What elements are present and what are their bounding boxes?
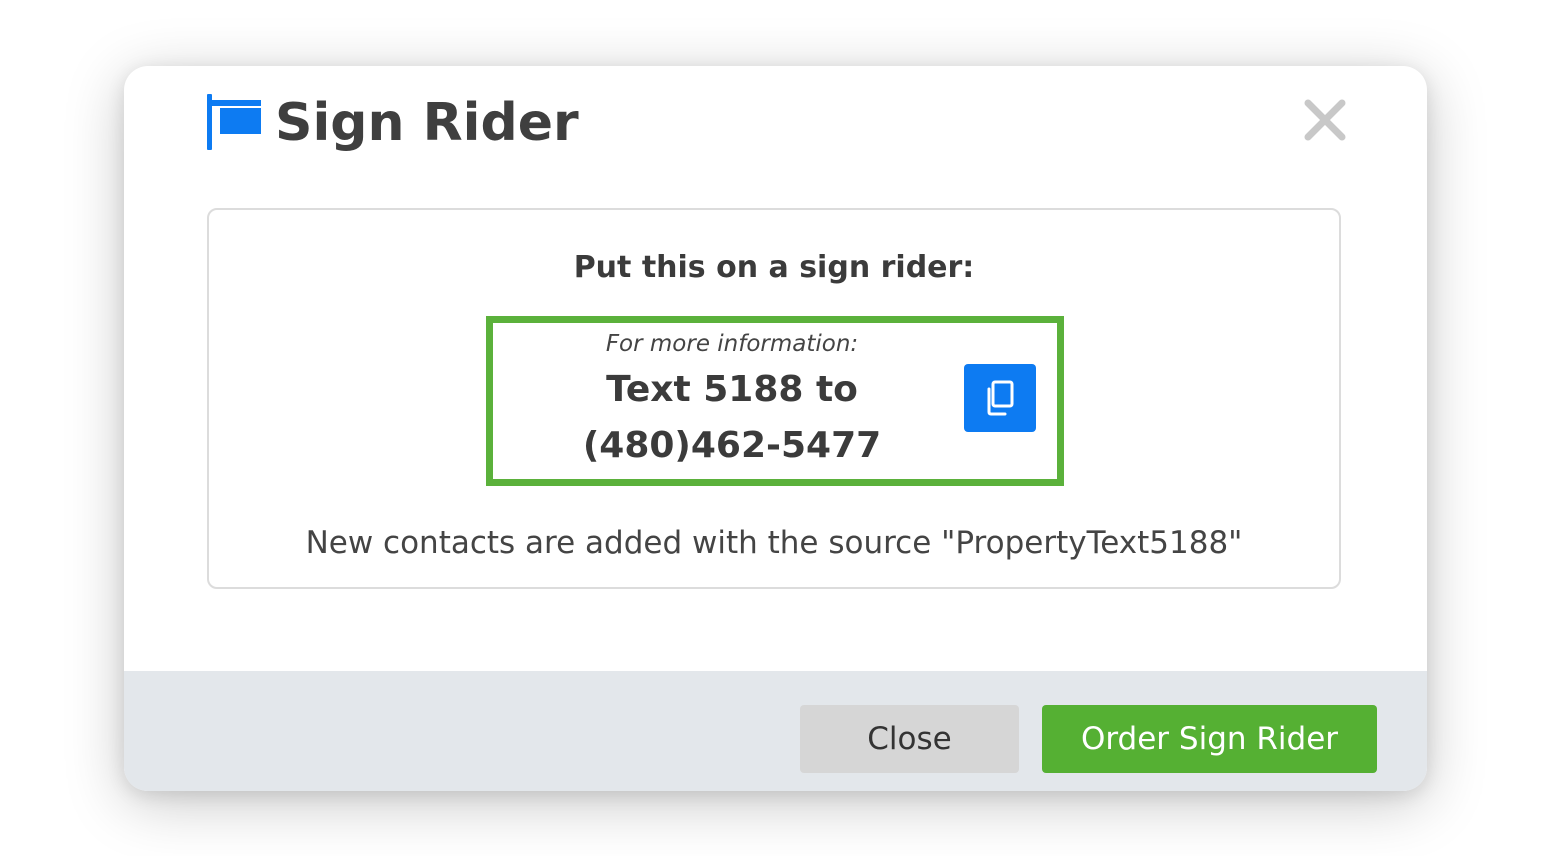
rider-text-keyword: Text 5188 to	[606, 369, 858, 410]
copy-button[interactable]	[964, 364, 1036, 432]
rider-phone-number: (480)462-5477	[582, 425, 882, 466]
modal-footer: Close Order Sign Rider	[124, 671, 1427, 791]
panel-heading: Put this on a sign rider:	[573, 250, 975, 285]
close-button[interactable]: Close	[800, 705, 1019, 773]
sign-rider-panel: Put this on a sign rider: For more infor…	[207, 208, 1341, 589]
flag-icon	[205, 94, 263, 150]
sign-rider-modal: Sign Rider Put this on a sign rider: For…	[124, 66, 1427, 791]
modal-header: Sign Rider	[124, 66, 1427, 186]
rider-subtitle: For more information:	[605, 331, 859, 357]
source-note: New contacts are added with the source "…	[305, 525, 1243, 561]
close-icon[interactable]	[1304, 99, 1346, 141]
rider-preview: For more information: Text 5188 to (480)…	[486, 316, 1064, 486]
order-sign-rider-button[interactable]: Order Sign Rider	[1042, 705, 1377, 773]
copy-icon	[987, 380, 1014, 416]
modal-title: Sign Rider	[275, 93, 579, 153]
